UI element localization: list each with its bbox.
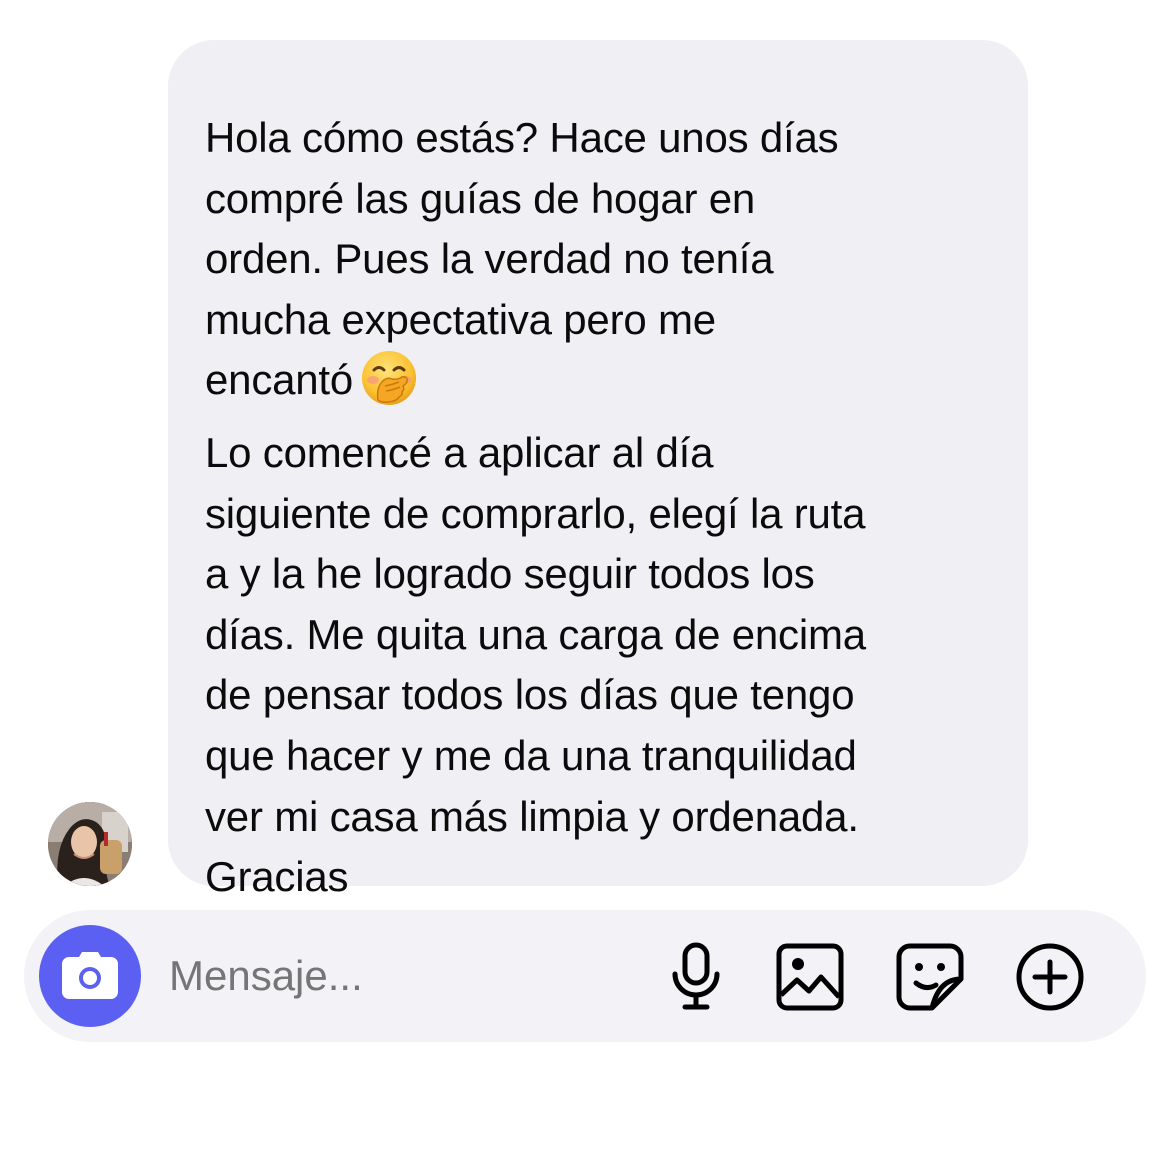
camera-button[interactable]: [39, 925, 141, 1027]
microphone-icon: [672, 942, 720, 1010]
message-composer: [24, 910, 1146, 1042]
microphone-button[interactable]: [656, 937, 736, 1017]
message-line-text: encantó: [205, 356, 354, 404]
message-line: de pensar todos los días que tengo: [205, 671, 855, 719]
message-line: ver mi casa más limpia y ordenada.: [205, 792, 859, 840]
message-line: orden. Pues la verdad no tenía: [205, 235, 774, 283]
plus-circle-icon: [1016, 943, 1084, 1011]
sticker-button[interactable]: [890, 937, 970, 1017]
message-line: a y la he logrado seguir todos los: [205, 550, 815, 598]
message-line: mucha expectativa pero me: [205, 295, 716, 343]
add-button[interactable]: [1010, 937, 1090, 1017]
sender-avatar[interactable]: [48, 802, 132, 886]
message-line: Gracias: [205, 853, 349, 901]
received-message-bubble[interactable]: Hola cómo estás? Hace unos días compré l…: [168, 40, 1028, 900]
image-icon: [776, 943, 844, 1011]
message-line: Lo comencé a aplicar al día: [205, 428, 714, 476]
message-line: compré las guías de hogar en: [205, 174, 756, 222]
camera-icon: [62, 952, 118, 999]
message-line: Hola cómo estás? Hace unos días: [205, 114, 839, 161]
sticker-icon: [896, 943, 964, 1011]
message-input[interactable]: [169, 948, 629, 1004]
message-line: días. Me quita una carga de encima: [205, 610, 866, 658]
message-line-with-emoji: encantó: [205, 350, 988, 423]
gallery-button[interactable]: [770, 937, 850, 1017]
face-with-hand-over-mouth-emoji: [361, 350, 417, 423]
message-line: siguiente de comprarlo, elegí la ruta: [205, 489, 866, 537]
message-line: que hacer y me da una tranquilidad: [205, 731, 857, 779]
